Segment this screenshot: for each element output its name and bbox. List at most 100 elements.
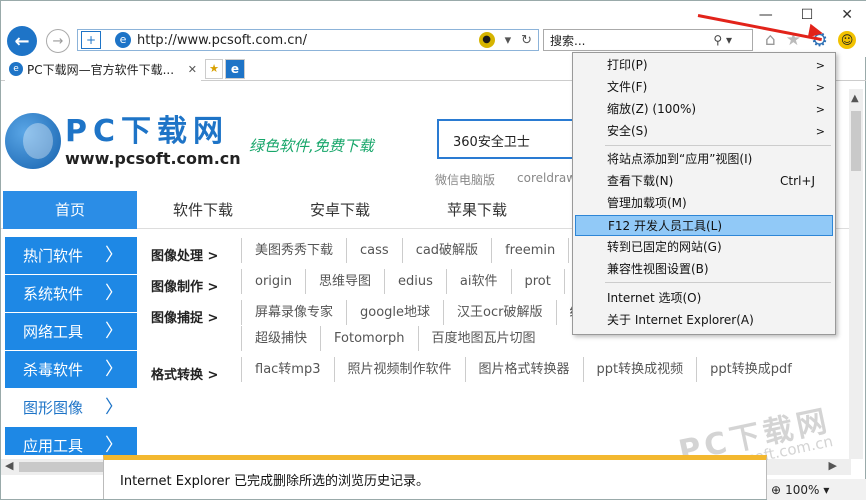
- vertical-scrollbar[interactable]: ▲: [849, 89, 863, 459]
- category-name[interactable]: 图像捕捉 >: [151, 299, 241, 352]
- sidebar-item-label: 系统软件: [23, 285, 84, 303]
- category-link[interactable]: Fotomorph: [320, 326, 417, 351]
- menu-item-label: 转到已固定的网站(G): [607, 240, 722, 254]
- zoom-control[interactable]: ⊕ 100% ▾: [767, 479, 866, 500]
- category-name[interactable]: 格式转换 >: [151, 356, 241, 383]
- menu-item-label: 缩放(Z) (100%): [607, 102, 697, 116]
- forward-button[interactable]: →: [46, 29, 70, 53]
- menu-item[interactable]: 打印(P) >: [575, 55, 833, 76]
- menu-item-label: Internet 选项(O): [607, 291, 702, 305]
- menu-item[interactable]: 查看下载(N) Ctrl+J: [575, 171, 833, 192]
- menu-item[interactable]: 文件(F) >: [575, 77, 833, 98]
- menu-item-label: 管理加载项(M): [607, 196, 687, 210]
- logo-url: www.pcsoft.com.cn: [65, 148, 241, 168]
- nav-software[interactable]: 软件下载: [173, 191, 233, 229]
- hscroll-thumb[interactable]: [19, 462, 109, 472]
- sidebar-item[interactable]: 应用工具 〉: [5, 427, 137, 455]
- category-link[interactable]: cad破解版: [401, 238, 491, 263]
- tab-pcsoft[interactable]: e PC下载网—官方软件下载... ✕: [5, 57, 201, 81]
- new-tab-button[interactable]: ★: [205, 59, 223, 79]
- sidebar-item-label: 图形图像: [23, 399, 84, 417]
- window-controls: — ☐ ✕: [759, 7, 853, 23]
- sidebar-item[interactable]: 网络工具 〉: [5, 313, 137, 351]
- category-link[interactable]: 百度地图瓦片切图: [417, 326, 549, 351]
- sidebar-item[interactable]: 图形图像 〉: [5, 389, 137, 427]
- menu-item-label: 兼容性视图设置(B): [607, 262, 709, 276]
- sidebar-item[interactable]: 系统软件 〉: [5, 275, 137, 313]
- logo-globe-icon: [5, 113, 61, 169]
- chevron-right-icon: >: [815, 59, 825, 72]
- category-link[interactable]: 超级捕快: [241, 326, 320, 351]
- nav-home[interactable]: 首页: [3, 191, 137, 229]
- category-link[interactable]: ppt转换成pdf: [696, 357, 805, 382]
- feedback-smile-icon[interactable]: ☺: [838, 31, 857, 49]
- ie-page-icon: e: [115, 32, 131, 48]
- compat-icon[interactable]: ●: [478, 32, 495, 48]
- menu-item[interactable]: 转到已固定的网站(G): [575, 237, 833, 258]
- dropdown-icon[interactable]: ▾: [505, 33, 512, 48]
- category-link[interactable]: 美图秀秀下载: [241, 238, 346, 263]
- category-link[interactable]: 图片格式转换器: [464, 357, 583, 382]
- category-link[interactable]: prot: [510, 269, 564, 294]
- minimize-button[interactable]: —: [759, 7, 773, 23]
- menu-item[interactable]: 管理加载项(M): [575, 193, 833, 214]
- maximize-button[interactable]: ☐: [801, 7, 814, 23]
- category-name[interactable]: 图像处理 >: [151, 237, 241, 264]
- category-link[interactable]: ppt转换成视频: [582, 357, 697, 382]
- category-link[interactable]: google地球: [346, 300, 443, 325]
- menu-item[interactable]: Internet 选项(O): [575, 288, 833, 309]
- chevron-right-icon: 〉: [105, 435, 123, 455]
- shield-icon[interactable]: +: [81, 31, 101, 49]
- ie-tab-icon[interactable]: e: [225, 59, 245, 79]
- zoom-dropdown-icon[interactable]: ▾: [823, 483, 829, 497]
- menu-item[interactable]: 缩放(Z) (100%) >: [575, 99, 833, 120]
- category-name[interactable]: 图像制作 >: [151, 268, 241, 295]
- site-search-input[interactable]: 360安全卫士: [437, 119, 587, 159]
- scroll-left-icon[interactable]: ◀: [5, 459, 13, 472]
- site-logo[interactable]: PC下载网 www.pcsoft.com.cn: [5, 113, 241, 169]
- scroll-up-icon[interactable]: ▲: [851, 93, 859, 104]
- category-link[interactable]: flac转mp3: [241, 357, 334, 382]
- category-link[interactable]: 照片视频制作软件: [333, 357, 465, 382]
- sidebar-item[interactable]: 杀毒软件 〉: [5, 351, 137, 389]
- menu-item[interactable]: 兼容性视图设置(B): [575, 259, 833, 280]
- scroll-right-icon[interactable]: ▶: [829, 459, 837, 472]
- sidebar-item-label: 应用工具: [23, 437, 84, 455]
- menu-item[interactable]: 安全(S) >: [575, 121, 833, 142]
- category-link[interactable]: freemin: [491, 238, 568, 263]
- title-bar: — ☐ ✕ ← → + e http://www.pcsoft.com.cn/ …: [1, 1, 866, 57]
- close-button[interactable]: ✕: [841, 7, 853, 23]
- nav-apple[interactable]: 苹果下载: [447, 191, 507, 229]
- chevron-right-icon: >: [815, 81, 825, 94]
- chevron-right-icon: >: [815, 103, 825, 116]
- scroll-thumb[interactable]: [851, 111, 861, 171]
- category-link[interactable]: 汉王ocr破解版: [443, 300, 555, 325]
- search-input[interactable]: 搜索...: [550, 32, 713, 49]
- menu-shortcut: Ctrl+J: [780, 174, 815, 188]
- address-bar[interactable]: + e http://www.pcsoft.com.cn/ ● ▾ ↻: [77, 29, 539, 51]
- browser-search-box[interactable]: 搜索... ⚲ ▾: [543, 29, 753, 51]
- nav-android[interactable]: 安卓下载: [310, 191, 370, 229]
- refresh-icon[interactable]: ↻: [521, 33, 532, 48]
- address-url[interactable]: http://www.pcsoft.com.cn/: [137, 33, 479, 48]
- search-hint-link[interactable]: 微信电脑版: [435, 171, 495, 188]
- category-link[interactable]: 屏幕录像专家: [241, 300, 346, 325]
- category-link[interactable]: cass: [346, 238, 402, 263]
- search-hint-link[interactable]: coreldraw: [517, 171, 576, 188]
- menu-item[interactable]: 将站点添加到“应用”视图(I): [575, 149, 833, 170]
- search-icon[interactable]: ⚲ ▾: [713, 33, 732, 47]
- category-link[interactable]: origin: [241, 269, 305, 294]
- tab-title: PC下载网—官方软件下载...: [27, 62, 175, 77]
- menu-item[interactable]: F12 开发人员工具(L): [575, 215, 833, 236]
- zoom-level: 100%: [785, 483, 820, 497]
- category-link[interactable]: ai软件: [445, 269, 511, 294]
- sidebar-item-label: 热门软件: [23, 247, 84, 265]
- sidebar-item[interactable]: 热门软件 〉: [5, 237, 137, 275]
- chevron-right-icon: 〉: [105, 283, 123, 304]
- category-link[interactable]: 思维导图: [305, 269, 384, 294]
- tab-close-icon[interactable]: ✕: [188, 63, 197, 76]
- menu-item[interactable]: 关于 Internet Explorer(A): [575, 310, 833, 331]
- home-icon[interactable]: ⌂: [765, 30, 776, 50]
- back-button[interactable]: ←: [7, 26, 37, 56]
- category-link[interactable]: edius: [384, 269, 446, 294]
